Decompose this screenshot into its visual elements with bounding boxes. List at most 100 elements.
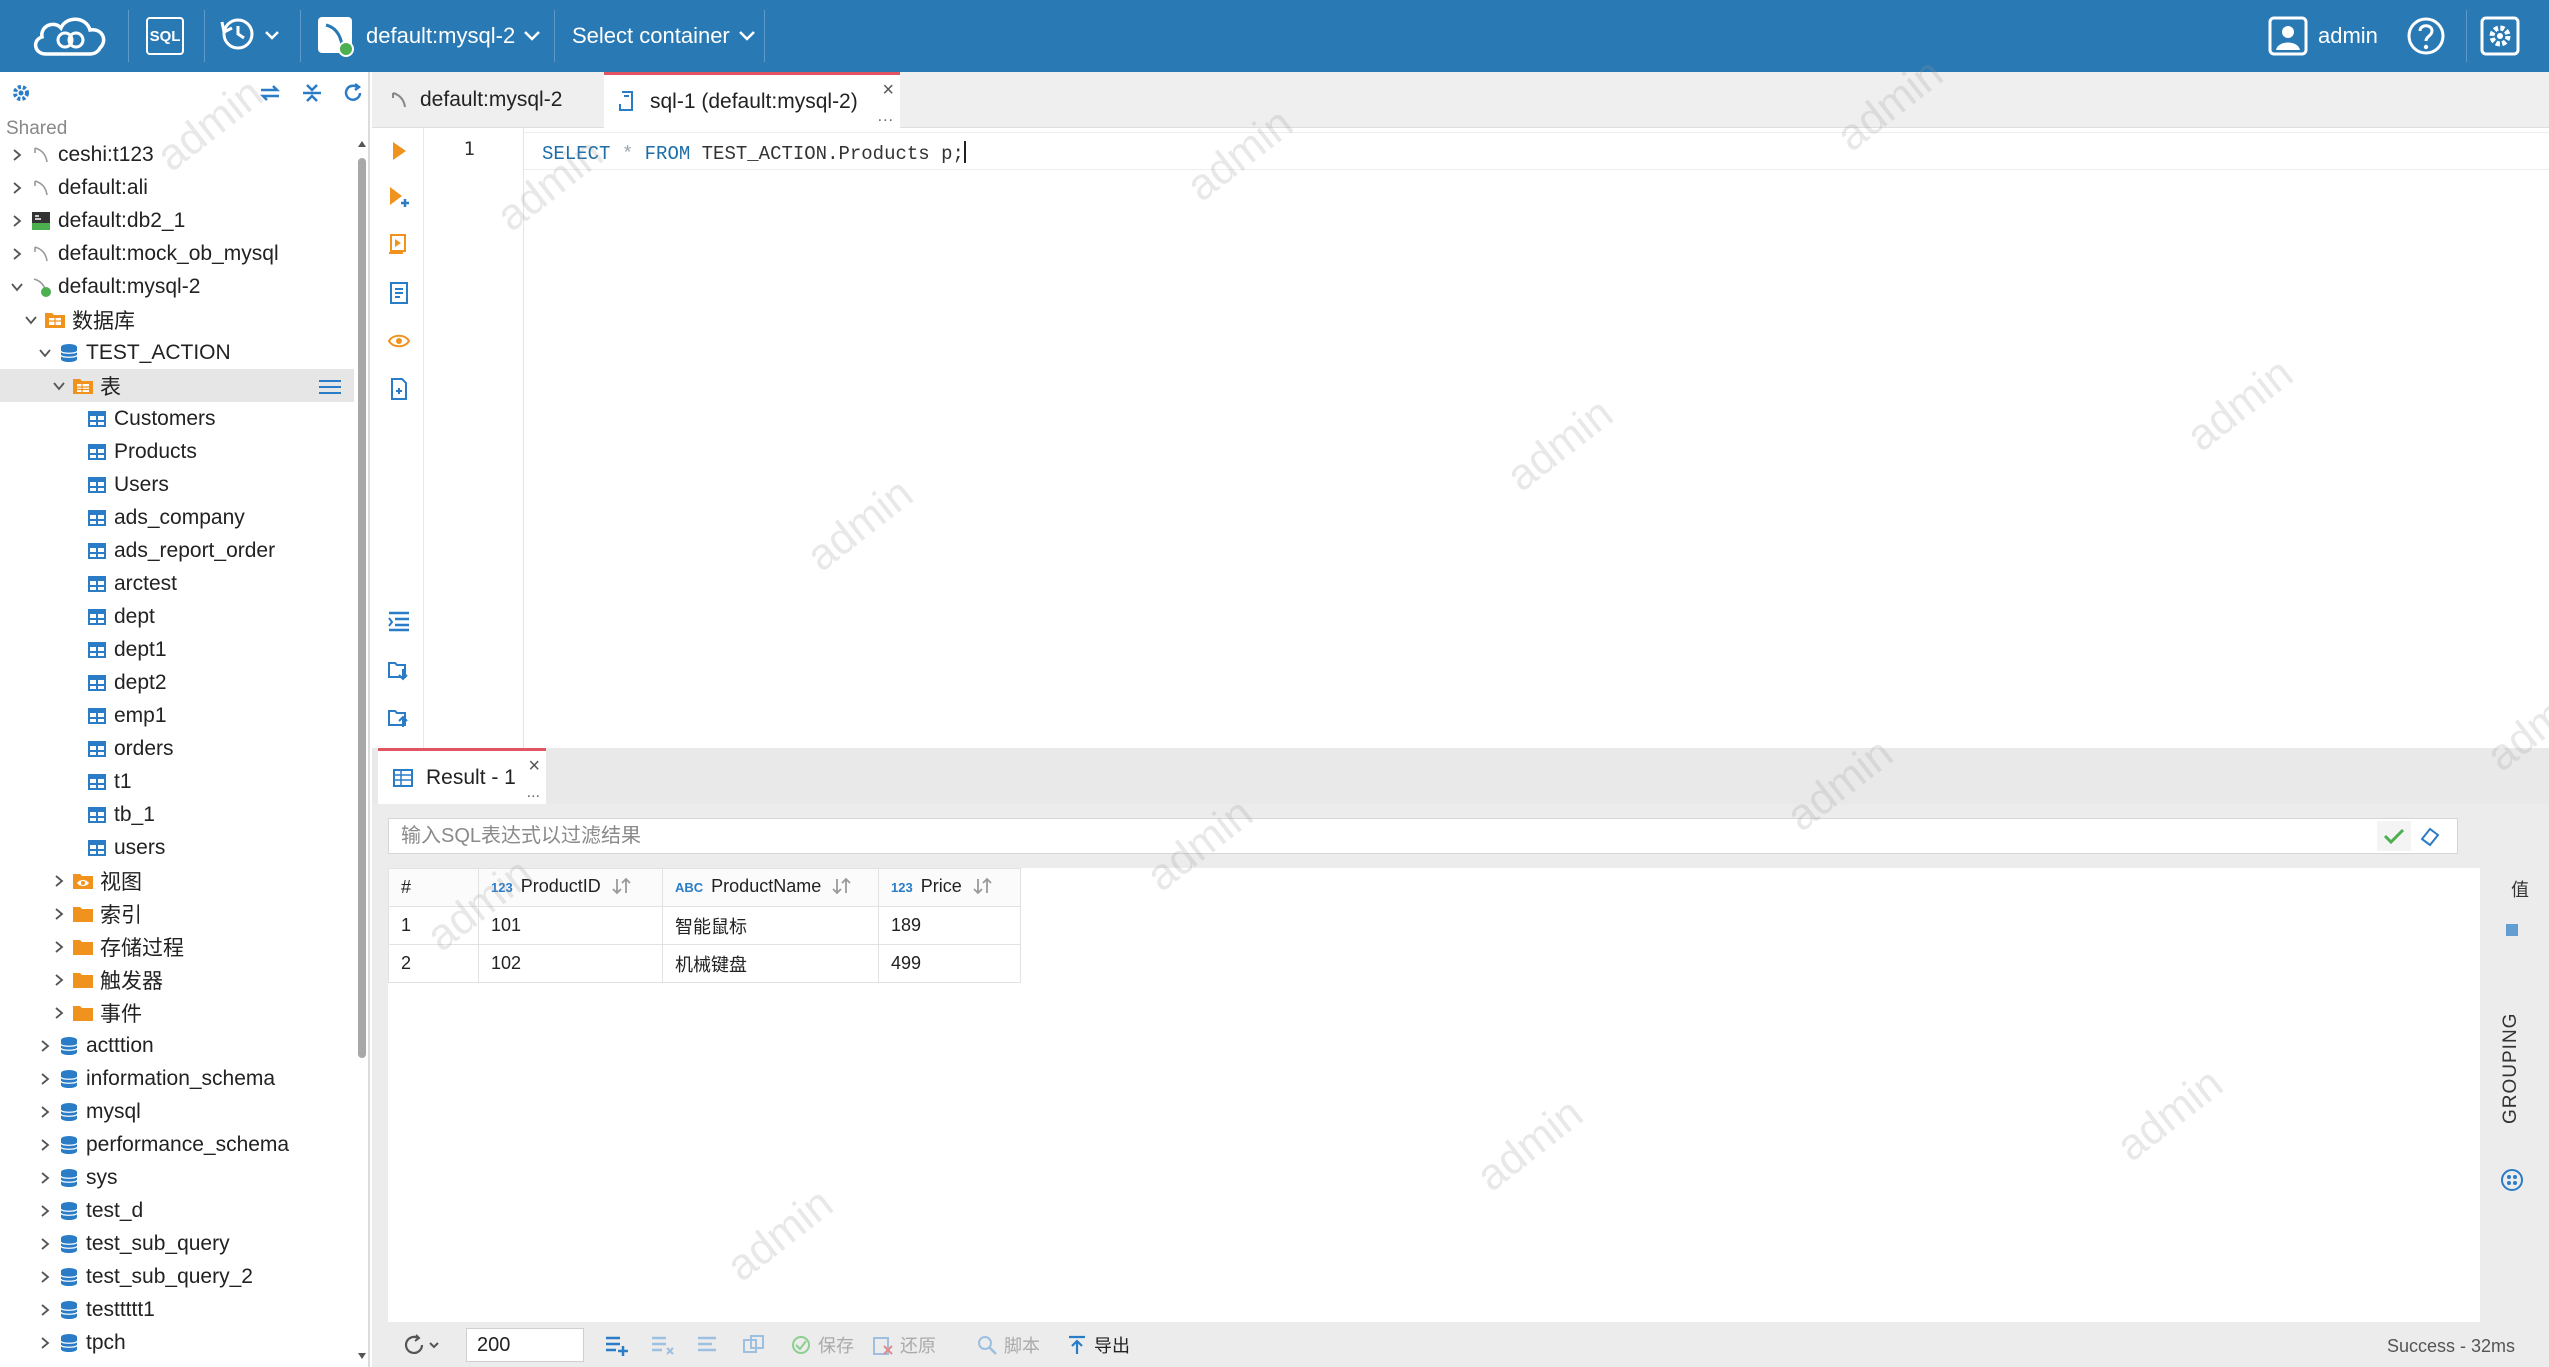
chevron-right-icon[interactable] [50,1004,68,1022]
export-button[interactable]: 导出 [1066,1330,1130,1360]
fetch-size-input[interactable] [466,1328,584,1362]
chevron-right-icon[interactable] [8,146,26,164]
tree-item[interactable]: 数据库 [0,303,354,336]
chevron-down-icon[interactable] [50,377,68,395]
chevron-right-icon[interactable] [8,179,26,197]
tree-item[interactable]: test_d [0,1194,354,1227]
tree-item[interactable]: default:db2_1 [0,204,354,237]
chevron-down-icon[interactable] [22,311,40,329]
table-row[interactable]: 1 101 智能鼠标 189 [388,906,1021,945]
revert-button[interactable]: 还原 [872,1330,936,1360]
tree-item[interactable]: users [0,831,354,864]
sort-icon[interactable] [972,877,994,900]
row-menu-icon[interactable] [318,377,342,401]
tree-item[interactable]: actttion [0,1029,354,1062]
result-tab-more-icon[interactable]: ... [527,784,540,802]
sql-editor-button[interactable]: SQL [146,17,184,55]
cell-productid[interactable]: 102 [478,944,663,983]
column-header-productname[interactable]: ABC ProductName [662,868,879,907]
load-script-icon[interactable] [386,376,412,402]
add-row-icon[interactable] [604,1330,630,1360]
copy-row-icon[interactable] [742,1330,768,1360]
sort-icon[interactable] [611,877,633,900]
apply-filter-check-icon[interactable] [2377,821,2411,851]
tree-item[interactable]: tpch [0,1326,354,1359]
chevron-right-icon[interactable] [36,1268,54,1286]
tree-item[interactable]: mysql [0,1095,354,1128]
collapse-all-icon[interactable] [300,82,324,109]
tree-item[interactable]: Products [0,435,354,468]
tree-item[interactable]: test_sub_query_2 [0,1260,354,1293]
execution-plan-icon[interactable] [386,280,412,306]
tree-item[interactable]: tb_1 [0,798,354,831]
settings-gear-icon[interactable] [2480,16,2520,56]
sql-code[interactable]: SELECT * FROM TEST_ACTION.Products p; [542,141,966,165]
cell-productid[interactable]: 101 [478,906,663,945]
refresh-icon[interactable] [342,82,364,109]
execute-new-tab-icon[interactable] [386,184,412,210]
tree-item[interactable]: 事件 [0,996,354,1029]
tree-item[interactable]: orders [0,732,354,765]
tree-item[interactable]: ads_company [0,501,354,534]
tree-item[interactable]: default:mysql-2 [0,270,354,303]
tab-sql-1[interactable]: sql-1 (default:mysql-2) × ... [604,72,900,128]
filter-input[interactable] [389,819,2374,853]
tree-item[interactable]: arctest [0,567,354,600]
chevron-right-icon[interactable] [50,872,68,890]
tree-item[interactable]: dept2 [0,666,354,699]
cell-rownum[interactable]: 2 [388,944,479,983]
tree-item[interactable]: sys [0,1161,354,1194]
format-sql-icon[interactable] [386,608,412,634]
sort-icon[interactable] [831,877,853,900]
chevron-right-icon[interactable] [36,1037,54,1055]
navigator-settings-gear-icon[interactable] [10,82,32,109]
tree-item[interactable]: information_schema [0,1062,354,1095]
container-selector[interactable]: Select container [572,14,756,58]
tree-item[interactable]: testtttt1 [0,1293,354,1326]
chevron-right-icon[interactable] [8,212,26,230]
chevron-right-icon[interactable] [36,1301,54,1319]
tree-item[interactable]: default:mock_ob_mysql [0,237,354,270]
chevron-right-icon[interactable] [36,1202,54,1220]
tree-item[interactable]: TEST_ACTION [0,336,354,369]
chevron-right-icon[interactable] [36,1103,54,1121]
column-header-rownum[interactable]: # [388,868,479,907]
chevron-right-icon[interactable] [50,938,68,956]
tree-item[interactable]: default:ali [0,171,354,204]
tree-item[interactable]: 存储过程 [0,930,354,963]
tab-result-1[interactable]: Result - 1 × ... [378,748,546,804]
chevron-right-icon[interactable] [36,1235,54,1253]
tab-more-icon[interactable]: ... [878,108,894,126]
table-row[interactable]: 2 102 机械键盘 499 [388,944,1021,983]
code-editor-line[interactable]: SELECT * FROM TEST_ACTION.Products p; [524,132,2549,170]
chevron-down-icon[interactable] [8,278,26,296]
tree-item[interactable]: t1 [0,765,354,798]
tree-item[interactable]: 视图 [0,864,354,897]
sidebar-scrollbar[interactable] [356,138,368,1363]
chevron-right-icon[interactable] [8,245,26,263]
delete-row-icon[interactable] [696,1330,722,1360]
cell-productname[interactable]: 机械键盘 [662,944,879,983]
close-result-tab-icon[interactable]: × [528,755,540,778]
grouping-panel-tab[interactable]: GROUPING [2500,966,2524,1166]
upload-script-icon[interactable] [386,704,412,730]
cell-rownum[interactable]: 1 [388,906,479,945]
chevron-right-icon[interactable] [36,1136,54,1154]
execute-script-icon[interactable] [386,232,412,258]
duplicate-row-icon[interactable] [650,1330,676,1360]
history-dropdown-button[interactable] [218,16,282,56]
tree-item[interactable]: ads_report_order [0,534,354,567]
column-header-productid[interactable]: 123 ProductID [478,868,663,907]
connection-selector[interactable]: default:mysql-2 [316,14,541,58]
tree-item[interactable]: dept [0,600,354,633]
value-panel-tab[interactable]: 值 [2506,880,2532,898]
tree-item[interactable]: 索引 [0,897,354,930]
tree-item[interactable]: ceshi:t123 [0,138,354,171]
refresh-dropdown-button[interactable] [402,1330,442,1360]
download-script-icon[interactable] [386,656,412,682]
tree-item[interactable]: dept1 [0,633,354,666]
save-button[interactable]: 保存 [790,1330,854,1360]
chevron-down-icon[interactable] [36,344,54,362]
chevron-right-icon[interactable] [50,905,68,923]
execute-statement-icon[interactable] [386,138,412,164]
